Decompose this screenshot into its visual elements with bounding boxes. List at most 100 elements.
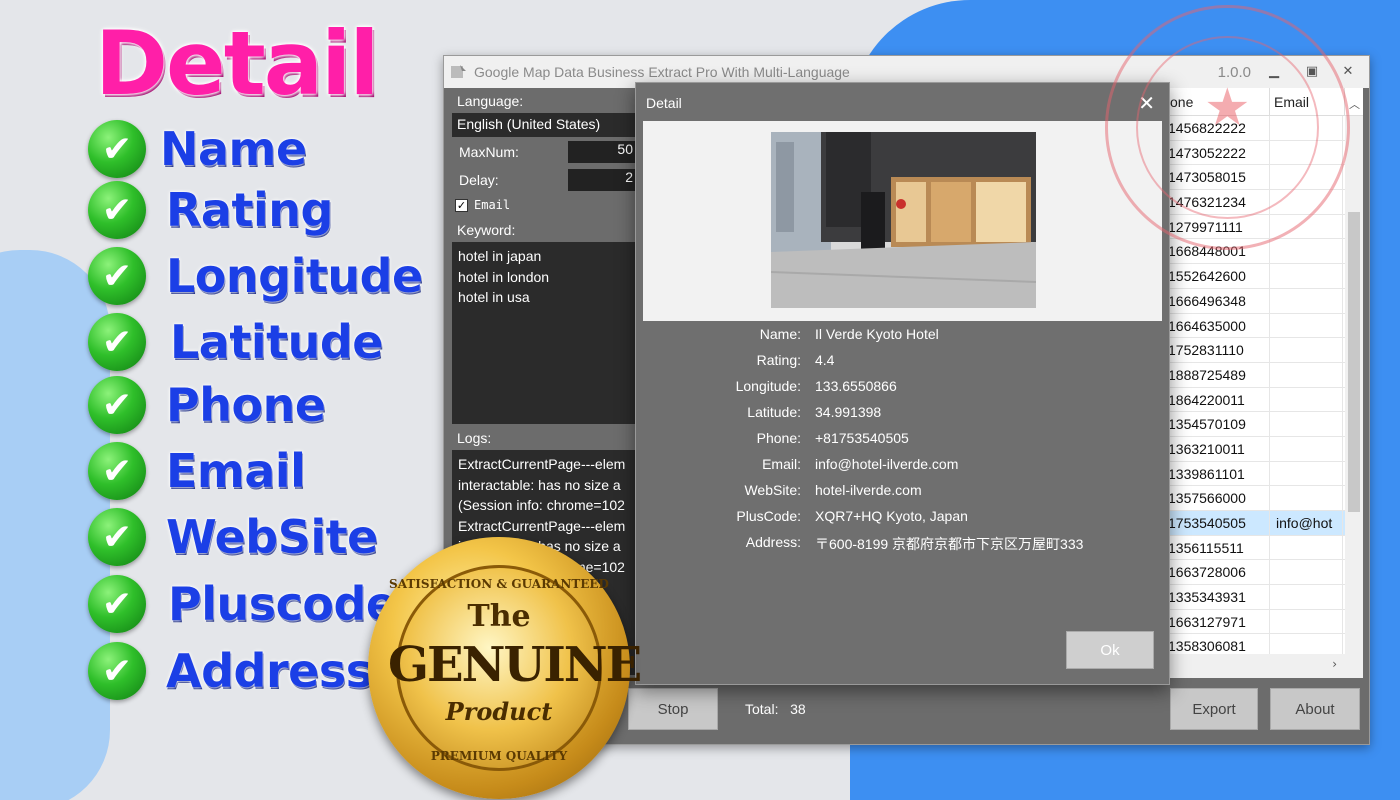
log-line: ExtractCurrentPage---elem — [458, 456, 626, 472]
detail-key: WebSite: — [744, 482, 801, 498]
scroll-up-icon[interactable]: ︿ — [1349, 96, 1360, 112]
feature-item: ✔ Email — [88, 442, 306, 500]
ok-button[interactable]: Ok — [1066, 631, 1154, 669]
about-button[interactable]: About — [1270, 688, 1360, 730]
seal-genuine: GENUINE — [388, 637, 642, 693]
table-row[interactable]: 1663728006 — [1166, 560, 1363, 586]
feature-item: ✔ WebSite — [88, 508, 378, 566]
check-icon: ✔ — [88, 642, 146, 700]
feature-item: ✔ Address — [88, 642, 373, 700]
language-label: Language: — [457, 93, 524, 109]
table-row[interactable]: 1752831110 — [1166, 338, 1363, 363]
keyword-line: hotel in japan — [458, 248, 542, 264]
maxnum-input[interactable]: 50 — [568, 141, 637, 163]
table-row[interactable]: 1864220011 — [1166, 387, 1363, 413]
table-row[interactable]: 1552642600 — [1166, 264, 1363, 289]
phone-cell: 1888725489 — [1166, 362, 1270, 387]
star-icon: ★ — [1204, 78, 1251, 138]
phone-cell: 1864220011 — [1166, 387, 1270, 412]
detail-value: Il Verde Kyoto Hotel — [815, 326, 939, 342]
check-icon: ✔ — [88, 181, 146, 239]
feature-label: Email — [166, 444, 306, 498]
detail-key: Phone: — [756, 430, 801, 446]
email-cell — [1270, 338, 1343, 362]
email-cell — [1270, 461, 1343, 486]
detail-row: Email: info@hotel-ilverde.com — [636, 456, 1171, 476]
app-icon — [450, 63, 468, 81]
keyword-label: Keyword: — [457, 222, 516, 238]
export-button[interactable]: Export — [1170, 688, 1258, 730]
check-icon: ✔ — [88, 313, 146, 371]
seal-the: The — [467, 599, 531, 634]
check-icon: ✔ — [88, 376, 146, 434]
detail-row: Rating: 4.4 — [636, 352, 1171, 372]
photo-frame — [643, 121, 1162, 321]
scrollbar-thumb[interactable] — [1348, 212, 1360, 512]
table-row[interactable]: 1335343931 — [1166, 585, 1363, 610]
phone-cell: 1356115511 — [1166, 535, 1270, 560]
feature-label: Phone — [166, 378, 326, 432]
phone-cell: 1363210011 — [1166, 436, 1270, 461]
table-row[interactable]: 1663127971 — [1166, 609, 1363, 635]
language-select[interactable]: English (United States) — [452, 113, 637, 137]
studio-stamp-watermark: ★ — [1105, 5, 1350, 250]
table-row[interactable]: 1356115511 — [1166, 535, 1363, 561]
feature-label: Rating — [166, 183, 333, 237]
table-row[interactable]: 1888725489 — [1166, 362, 1363, 388]
email-checkbox-label: Email — [474, 198, 511, 212]
detail-key: Rating: — [756, 352, 801, 368]
email-cell — [1270, 239, 1343, 264]
feature-label: WebSite — [166, 510, 378, 564]
log-line: interactable: has no size a — [458, 476, 621, 493]
keyword-line: hotel in london — [458, 268, 550, 285]
detail-key: PlusCode: — [736, 508, 801, 524]
phone-cell: 1663728006 — [1166, 560, 1270, 585]
email-cell — [1270, 560, 1343, 585]
detail-key: Email: — [762, 456, 801, 472]
detail-row: Latitude: 34.991398 — [636, 404, 1171, 424]
detail-value: info@hotel-ilverde.com — [815, 456, 959, 472]
table-row[interactable]: 1666496348 — [1166, 288, 1363, 314]
phone-cell: 1753540505 — [1166, 511, 1270, 535]
total-value: 38 — [790, 701, 806, 717]
stop-button[interactable]: Stop — [628, 688, 718, 730]
detail-value: 〒600-8199 京都府京都市下京区万屋町333 — [815, 536, 1084, 552]
detail-value: XQR7+HQ Kyoto, Japan — [815, 508, 968, 524]
email-checkbox-row[interactable]: ✓ Email — [452, 195, 637, 215]
table-row[interactable]: 1363210011 — [1166, 436, 1363, 462]
table-row[interactable]: 1339861101 — [1166, 461, 1363, 487]
email-cell — [1270, 609, 1343, 634]
maxnum-row: MaxNum: 50 — [452, 139, 637, 165]
table-row[interactable]: 1753540505 info@hot — [1166, 511, 1363, 536]
feature-item: ✔ Name — [88, 120, 307, 178]
detail-key: Name: — [759, 326, 801, 342]
table-row[interactable]: 1354570109 — [1166, 412, 1363, 437]
email-cell — [1270, 288, 1343, 313]
email-cell: info@hot — [1270, 511, 1343, 535]
hotel-photo — [771, 132, 1036, 308]
seal-product: Product — [445, 697, 553, 726]
delay-label: Delay: — [459, 172, 499, 188]
detail-value: 4.4 — [815, 352, 835, 368]
phone-cell: 1335343931 — [1166, 585, 1270, 609]
horizontal-scrollbar[interactable]: › — [1166, 654, 1363, 678]
detail-row: Phone: +81753540505 — [636, 430, 1171, 450]
check-icon: ✔ — [88, 508, 146, 566]
total-count: Total: 38 — [745, 701, 806, 717]
keyword-textarea[interactable]: hotel in japan hotel in london hotel in … — [452, 242, 637, 424]
promo-title: Detail — [95, 12, 380, 115]
genuine-seal: SATISFACTION & GUARANTEED The GENUINE Pr… — [368, 537, 642, 799]
maxnum-label: MaxNum: — [459, 144, 519, 160]
check-icon: ✔ — [88, 120, 146, 178]
detail-row: PlusCode: XQR7+HQ Kyoto, Japan — [636, 508, 1171, 528]
check-icon: ✔ — [88, 442, 146, 500]
email-checkbox[interactable]: ✓ — [455, 198, 468, 212]
phone-cell: 1664635000 — [1166, 313, 1270, 338]
total-label: Total: — [745, 701, 779, 717]
table-row[interactable]: 1357566000 — [1166, 486, 1363, 511]
detail-key: Address: — [745, 534, 801, 550]
vertical-scrollbar[interactable]: ︿ ﹀ — [1345, 98, 1363, 678]
table-row[interactable]: 1664635000 — [1166, 313, 1363, 339]
delay-input[interactable]: 2 — [568, 169, 637, 191]
scroll-right-icon[interactable]: › — [1332, 657, 1337, 671]
